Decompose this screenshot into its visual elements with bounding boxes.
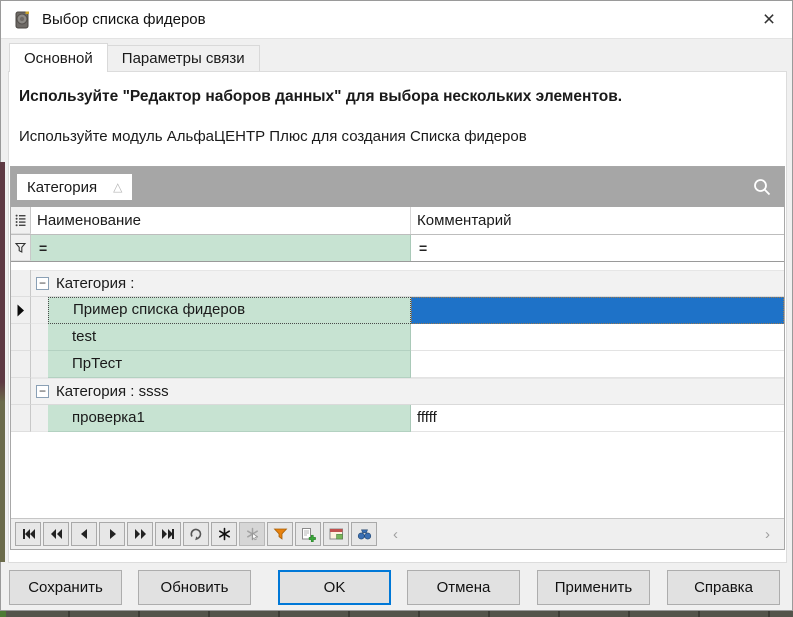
row-indicator-icon [15, 213, 26, 228]
cell-comment[interactable] [411, 351, 784, 378]
nav-customize-button[interactable] [323, 522, 349, 546]
tab-page-main: Используйте "Редактор наборов данных" дл… [8, 71, 787, 563]
refresh-button[interactable]: Обновить [138, 570, 251, 605]
group-indent [31, 297, 48, 324]
tab-main[interactable]: Основной [9, 43, 108, 72]
table-row[interactable]: Пример списка фидеров [11, 297, 784, 324]
cancel-button[interactable]: Отмена [407, 570, 520, 605]
cell-name[interactable]: Пример списка фидеров [48, 297, 411, 324]
group-by-panel: Категория △ [11, 167, 784, 207]
add-record-icon [301, 527, 316, 542]
save-button[interactable]: Сохранить [9, 570, 122, 605]
nav-last-button[interactable] [155, 522, 181, 546]
nav-insert-button[interactable] [211, 522, 237, 546]
current-row-indicator-cell [11, 297, 31, 324]
funnel-icon [14, 241, 27, 255]
tab-strip: Основной Параметры связи [9, 43, 260, 72]
instruction-normal: Используйте модуль АльфаЦЕНТР Плюс для с… [19, 128, 527, 145]
nav-cancel-edit-button [239, 522, 265, 546]
filter-indicator-cell [11, 235, 31, 261]
nav-find-button[interactable] [351, 522, 377, 546]
nav-first-button[interactable] [15, 522, 41, 546]
scroll-right-icon[interactable]: › [765, 526, 770, 543]
filter-funnel-icon [273, 527, 288, 541]
table-row[interactable]: test [11, 324, 784, 351]
nav-next-button[interactable] [99, 522, 125, 546]
nav-filter-button[interactable] [267, 522, 293, 546]
group-indent [31, 324, 48, 351]
indicator-cell [11, 405, 31, 432]
nav-prior-page-button[interactable] [43, 522, 69, 546]
cancel-edit-icon [245, 527, 260, 541]
filter-input-name[interactable]: = [31, 235, 411, 261]
collapse-icon[interactable]: − [36, 277, 49, 290]
nav-add-record-button[interactable] [295, 522, 321, 546]
group-row-category-ssss[interactable]: − Категория : ssss [11, 378, 784, 405]
search-icon[interactable] [752, 177, 772, 197]
tab-connection-params[interactable]: Параметры связи [108, 45, 260, 72]
indicator-cell [11, 324, 31, 351]
prior-page-icon [49, 527, 64, 541]
cell-comment[interactable] [411, 324, 784, 351]
group-field-label: Категория [27, 179, 97, 196]
customize-layout-icon [329, 527, 344, 541]
group-label: Категория : ssss [56, 383, 169, 400]
column-header-name[interactable]: Наименование [31, 207, 411, 234]
nav-prior-button[interactable] [71, 522, 97, 546]
nav-refresh-button[interactable] [183, 522, 209, 546]
grid-empty-area [11, 432, 784, 518]
prior-record-icon [77, 527, 92, 541]
table-row[interactable]: проверка1 fffff [11, 405, 784, 432]
collapse-icon[interactable]: − [36, 385, 49, 398]
cell-comment-selected[interactable] [411, 297, 784, 324]
indicator-cell [11, 270, 31, 297]
next-page-icon [133, 527, 148, 541]
indicator-header-cell[interactable] [11, 207, 31, 234]
insert-record-icon [217, 527, 232, 541]
cell-name[interactable]: проверка1 [48, 405, 411, 432]
record-navigator: ‹ › [11, 518, 784, 549]
group-indent [31, 351, 48, 378]
group-label: Категория : [56, 275, 134, 292]
last-record-icon [161, 527, 176, 541]
horizontal-scrollbar[interactable]: ‹ › [379, 519, 784, 549]
column-header-comment[interactable]: Комментарий [411, 207, 784, 234]
current-row-arrow-icon [16, 304, 25, 317]
titlebar: Выбор списка фидеров × [1, 1, 792, 39]
dialog-button-bar: Сохранить Обновить OK Отмена Применить С… [1, 570, 792, 605]
feeder-list-grid: Категория △ [10, 166, 785, 550]
instruction-bold: Используйте "Редактор наборов данных" дл… [19, 88, 622, 106]
apply-button[interactable]: Применить [537, 570, 650, 605]
indicator-cell [11, 351, 31, 378]
group-row-category[interactable]: − Категория : [11, 270, 784, 297]
close-button[interactable]: × [746, 2, 792, 38]
nav-next-page-button[interactable] [127, 522, 153, 546]
refresh-icon [189, 527, 204, 541]
next-record-icon [105, 527, 120, 541]
filter-separator [11, 262, 784, 270]
scroll-left-icon[interactable]: ‹ [393, 526, 398, 543]
dialog-window: Выбор списка фидеров × Основной Параметр… [0, 0, 793, 611]
auto-filter-row: = = [11, 235, 784, 262]
background-window-bottom-edge [0, 611, 793, 617]
indicator-cell [11, 378, 31, 405]
sort-ascending-icon: △ [113, 180, 122, 194]
cell-comment[interactable]: fffff [411, 405, 784, 432]
cell-name[interactable]: ПрТест [48, 351, 411, 378]
column-header-row: Наименование Комментарий [11, 207, 784, 235]
first-record-icon [21, 527, 36, 541]
group-by-chip-category[interactable]: Категория △ [17, 174, 132, 200]
filter-input-comment[interactable]: = [411, 235, 784, 261]
ok-button[interactable]: OK [278, 570, 391, 605]
cell-name[interactable]: test [48, 324, 411, 351]
app-icon [11, 9, 33, 31]
binoculars-icon [357, 527, 372, 541]
help-button[interactable]: Справка [667, 570, 780, 605]
table-row[interactable]: ПрТест [11, 351, 784, 378]
group-indent [31, 405, 48, 432]
window-title: Выбор списка фидеров [42, 11, 206, 28]
background-window-left-edge [0, 162, 5, 562]
